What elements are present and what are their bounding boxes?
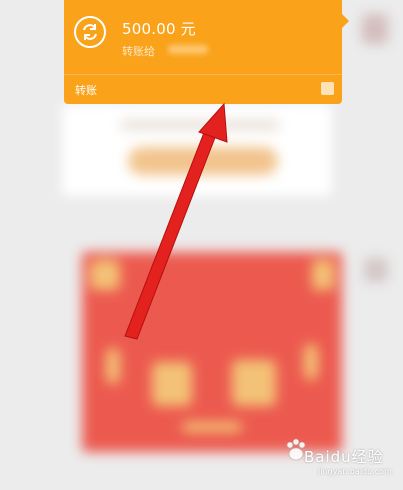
watermark-subtext: jingyan.baidu.com [318, 467, 392, 476]
arrow-shaft [124, 129, 217, 340]
watermark-text: Baidu经验 [304, 448, 384, 466]
red-arrow-annotation [124, 102, 228, 340]
